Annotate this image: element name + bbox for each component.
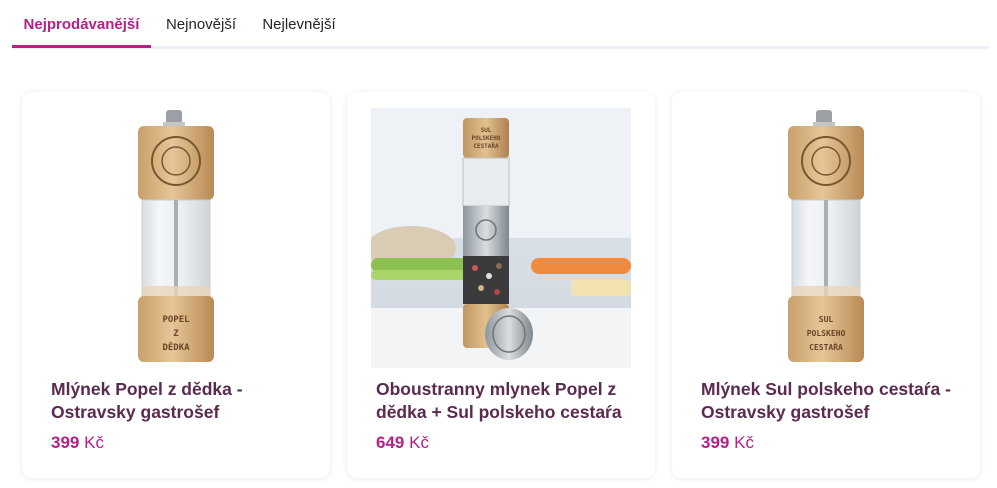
- engraving-line: Z: [173, 329, 179, 339]
- price-amount: 399: [51, 433, 80, 452]
- tab-label: Nejnovější: [165, 16, 237, 33]
- price-currency: Kč: [409, 433, 429, 452]
- tab-bestselling[interactable]: Nejprodávanější: [12, 0, 151, 49]
- engraving-line: SUL: [819, 315, 834, 324]
- product-price: 399 Kč: [701, 433, 754, 453]
- product-title[interactable]: Mlýnek Popel z dědka - Ostravsky gastroš…: [51, 378, 306, 424]
- engraving-line: CESTAŘA: [809, 341, 843, 352]
- engraving-line: SUL: [481, 127, 492, 134]
- engraving-line: POLSKEHO: [472, 135, 501, 142]
- active-tab-indicator: [12, 45, 151, 48]
- tab-cheapest[interactable]: Nejlevnější: [256, 0, 342, 49]
- salt-mill-icon[interactable]: POPEL Z DĚDKA: [46, 108, 306, 368]
- tab-label: Nejlevnější: [262, 16, 336, 33]
- engraving-line: DĚDKA: [162, 341, 190, 353]
- price-amount: 649: [376, 433, 405, 452]
- product-price: 649 Kč: [376, 433, 429, 453]
- engraving-line: POPEL: [162, 315, 190, 325]
- product-card[interactable]: SUL POLSKEHO CESTAŘA Mlýnek Sul polskeho…: [672, 92, 980, 478]
- double-mill-photo[interactable]: SUL POLSKEHO CESTAŘA: [371, 108, 631, 368]
- tab-newest[interactable]: Nejnovější: [160, 0, 242, 49]
- product-title[interactable]: Mlýnek Sul polskeho cestaŕa - Ostravsky …: [701, 378, 956, 424]
- product-card[interactable]: SUL POLSKEHO CESTAŘA Oboustranny mlynek …: [347, 92, 655, 478]
- engraving-line: POLSKEHO: [807, 329, 846, 338]
- price-currency: Kč: [84, 433, 104, 452]
- product-card[interactable]: POPEL Z DĚDKA Mlýnek Popel z dědka - Ost…: [22, 92, 330, 478]
- sort-tabs: Nejprodávanější Nejnovější Nejlevnější: [12, 0, 990, 49]
- salt-mill-icon[interactable]: SUL POLSKEHO CESTAŘA: [696, 108, 956, 368]
- product-price: 399 Kč: [51, 433, 104, 453]
- price-currency: Kč: [734, 433, 754, 452]
- tab-label: Nejprodávanější: [23, 16, 140, 33]
- price-amount: 399: [701, 433, 730, 452]
- product-title[interactable]: Oboustranny mlynek Popel z dědka + Sul p…: [376, 378, 631, 424]
- engraving-line: CESTAŘA: [473, 143, 499, 150]
